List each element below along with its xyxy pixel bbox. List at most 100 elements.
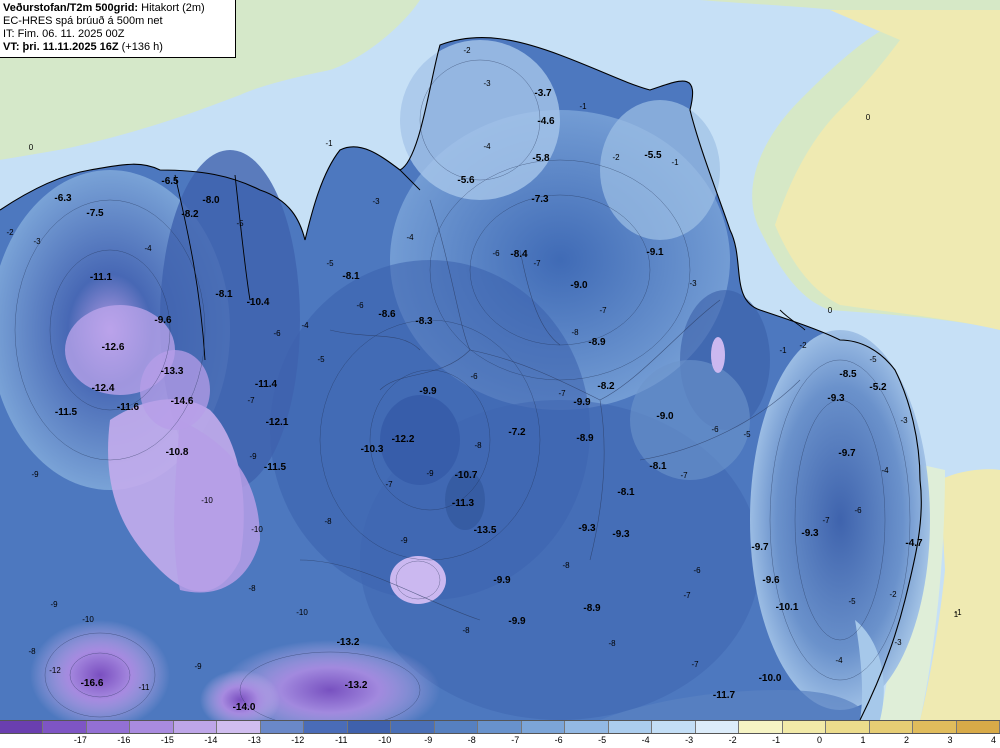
valid-time: VT: þri. 11.11.2025 16Z bbox=[3, 41, 119, 53]
temperature-label: -4.6 bbox=[537, 116, 555, 127]
contour-label: 0 bbox=[29, 143, 34, 152]
contour-label: -6 bbox=[711, 425, 719, 434]
contour-label: -5 bbox=[236, 219, 244, 228]
temperature-label: -8.1 bbox=[649, 461, 667, 472]
colorbar-tick-label: -8 bbox=[467, 735, 476, 745]
temperature-label: -8.5 bbox=[839, 369, 857, 380]
temperature-label: -13.2 bbox=[337, 637, 360, 648]
contour-label: -9 bbox=[249, 452, 257, 461]
northwest-pale bbox=[400, 40, 560, 200]
contour-label: -10 bbox=[296, 608, 308, 617]
contour-label: -2 bbox=[889, 590, 897, 599]
contour-label: -3 bbox=[900, 416, 908, 425]
temperature-label: -8.3 bbox=[415, 316, 433, 327]
temperature-label: -14.6 bbox=[171, 396, 194, 407]
colorbar-tick-label: -1 bbox=[772, 735, 781, 745]
contour-label: -3 bbox=[689, 279, 697, 288]
colorbar-swatch bbox=[956, 721, 1000, 733]
temperature-label: -9.0 bbox=[656, 411, 674, 422]
contour-label: -3 bbox=[372, 197, 380, 206]
temperature-label: -11.6 bbox=[117, 402, 140, 413]
contour-label: -6 bbox=[470, 372, 478, 381]
contour-label: 0 bbox=[828, 306, 833, 315]
contour-label: -3 bbox=[894, 638, 902, 647]
temperature-label: -9.0 bbox=[570, 280, 588, 291]
contour-label: -6 bbox=[693, 566, 701, 575]
temperature-label: -10.0 bbox=[759, 673, 782, 684]
temperature-label: -10.3 bbox=[361, 444, 384, 455]
temperature-label: -11.3 bbox=[452, 498, 475, 509]
temperature-label: -9.3 bbox=[827, 393, 845, 404]
temperature-label: -9.9 bbox=[493, 575, 511, 586]
colorbar-tick-label: -4 bbox=[641, 735, 650, 745]
colorbar-tick-label: -2 bbox=[728, 735, 737, 745]
contour-label: 1 bbox=[954, 610, 959, 619]
temperature-label: -10.1 bbox=[776, 602, 799, 613]
contour-label: -7 bbox=[822, 516, 830, 525]
temperature-label: -9.3 bbox=[578, 523, 596, 534]
temperature-label: -7.3 bbox=[531, 194, 549, 205]
colorbar-swatch bbox=[695, 721, 740, 733]
contour-label: -9 bbox=[400, 536, 408, 545]
contour-label: -4 bbox=[406, 233, 414, 242]
contour-label: -2 bbox=[6, 228, 14, 237]
temperature-label: -9.9 bbox=[573, 397, 591, 408]
temperature-label: -9.6 bbox=[762, 575, 780, 586]
contour-label: -3 bbox=[483, 79, 491, 88]
contour-label: -7 bbox=[533, 259, 541, 268]
contour-label: -10 bbox=[82, 615, 94, 624]
contour-label: -6 bbox=[273, 329, 281, 338]
contour-label: -7 bbox=[385, 480, 393, 489]
temperature-label: -8.6 bbox=[378, 309, 396, 320]
contour-label: -7 bbox=[247, 396, 255, 405]
temperature-label: -9.9 bbox=[419, 386, 437, 397]
temperature-label: -12.4 bbox=[92, 383, 115, 394]
map-info-box: Veðurstofan/T2m 500grid: Hitakort (2m) E… bbox=[0, 0, 236, 58]
contour-label: -8 bbox=[608, 639, 616, 648]
temperature-label: -10.8 bbox=[166, 447, 189, 458]
contour-label: -1 bbox=[579, 102, 587, 111]
temperature-label: -6.3 bbox=[54, 193, 72, 204]
temperature-label: -11.1 bbox=[90, 272, 113, 283]
colorbar-tick-label: 4 bbox=[990, 735, 996, 745]
temperature-label: -7.2 bbox=[508, 427, 526, 438]
contour-label: -5 bbox=[326, 259, 334, 268]
colorbar-tick-label: 1 bbox=[860, 735, 866, 745]
contour-label: -9 bbox=[426, 469, 434, 478]
temperature-label: -5.5 bbox=[644, 150, 662, 161]
temperature-label: -12.2 bbox=[392, 434, 415, 445]
colorbar-tick-label: -13 bbox=[247, 735, 261, 745]
temperature-label: -5.2 bbox=[869, 382, 887, 393]
temperature-label: -10.7 bbox=[455, 470, 478, 481]
temperature-label: -11.5 bbox=[264, 462, 287, 473]
contour-label: -11 bbox=[139, 683, 151, 692]
contour-label: -4 bbox=[881, 466, 889, 475]
temperature-label: -8.9 bbox=[583, 603, 601, 614]
west-purple-peak-2 bbox=[140, 350, 210, 430]
colorbar-swatch bbox=[434, 721, 479, 733]
contour-label: -8 bbox=[474, 441, 482, 450]
colorbar-tick-label: -11 bbox=[335, 735, 348, 745]
contour-label: -12 bbox=[49, 666, 61, 675]
contour-label: -5 bbox=[317, 355, 325, 364]
temperature-label: -13.5 bbox=[474, 525, 497, 536]
temperature-label: -13.2 bbox=[345, 680, 368, 691]
temperature-label: -7.5 bbox=[86, 208, 104, 219]
temperature-label: -8.1 bbox=[342, 271, 360, 282]
temperature-label: -9.7 bbox=[838, 448, 856, 459]
contour-label: -8 bbox=[562, 561, 570, 570]
contour-label: -6 bbox=[356, 301, 364, 310]
lake-lavender bbox=[390, 556, 446, 604]
colorbar-tick-label: -10 bbox=[378, 735, 392, 745]
contour-label: -9 bbox=[194, 662, 202, 671]
temperature-label: -11.7 bbox=[713, 690, 736, 701]
temperature-label: -9.3 bbox=[612, 529, 630, 540]
colorbar-swatch bbox=[652, 721, 696, 733]
colorbar-swatches bbox=[0, 720, 1000, 734]
temperature-label: -8.1 bbox=[215, 289, 233, 300]
temperature-label: -8.9 bbox=[588, 337, 606, 348]
colorbar-tick-label: -15 bbox=[160, 735, 174, 745]
contour-label: -7 bbox=[683, 591, 691, 600]
temperature-label: -9.6 bbox=[154, 315, 172, 326]
colorbar-swatch bbox=[913, 721, 957, 733]
